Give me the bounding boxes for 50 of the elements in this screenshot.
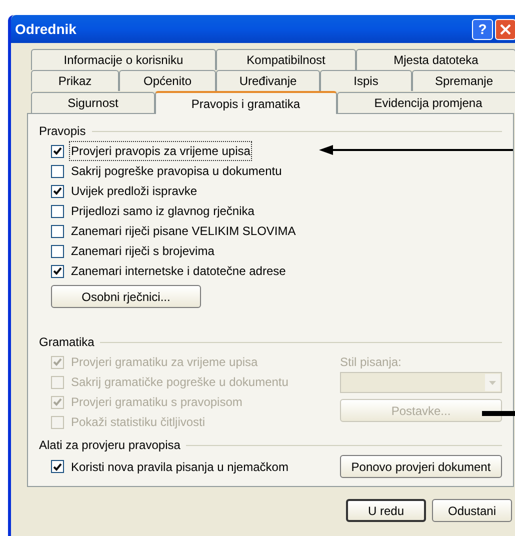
checkbox[interactable] bbox=[51, 264, 64, 278]
checkbox-label: Prijedlozi samo iz glavnog rječnika bbox=[70, 203, 256, 220]
checkbox-label: Zanemari internetske i datotečne adrese bbox=[70, 263, 287, 280]
dictionaries-button[interactable]: Osobni rječnici... bbox=[51, 285, 201, 308]
close-icon bbox=[500, 24, 511, 34]
recheck-button[interactable]: Ponovo provjeri dokument bbox=[340, 455, 502, 478]
tab[interactable]: Informacije o korisniku bbox=[31, 49, 216, 70]
tab[interactable]: Kompatibilnost bbox=[216, 49, 356, 70]
checkbox-label: Provjeri gramatiku s pravopisom bbox=[70, 394, 244, 411]
checkbox-label: Provjeri pravopis za vrijeme upisa bbox=[69, 141, 252, 161]
checkbox[interactable] bbox=[51, 144, 64, 158]
tab[interactable]: Pravopis i gramatika bbox=[154, 91, 336, 114]
tab[interactable]: Općenito bbox=[119, 70, 216, 91]
checkbox-label: Zanemari riječi s brojevima bbox=[70, 243, 216, 260]
checkbox-label: Zanemari riječi pisane VELIKIM SLOVIMA bbox=[70, 223, 297, 240]
checkbox[interactable] bbox=[51, 184, 64, 198]
checkmark-icon bbox=[53, 267, 62, 275]
checkmark-icon bbox=[53, 147, 62, 155]
close-button[interactable] bbox=[495, 18, 515, 40]
checkbox[interactable] bbox=[51, 244, 64, 258]
window-title: Odrednik bbox=[15, 20, 78, 38]
tab[interactable]: Sigurnost bbox=[31, 92, 155, 113]
tab[interactable]: Spremanje bbox=[412, 70, 515, 91]
checkbox[interactable] bbox=[51, 224, 64, 238]
checkbox-label: Koristi nova pravila pisanja u njemačkom bbox=[70, 458, 290, 476]
checkbox[interactable] bbox=[51, 460, 64, 473]
checkbox[interactable] bbox=[51, 164, 64, 178]
group-title: Alati za provjeru pravopisa bbox=[39, 437, 180, 454]
group-title: Pravopis bbox=[39, 123, 86, 140]
tab[interactable]: Mjesta datoteka bbox=[356, 49, 515, 70]
dialog-button[interactable]: U redu bbox=[346, 499, 426, 522]
tab[interactable]: Evidencija promjena bbox=[336, 92, 515, 113]
checkbox[interactable] bbox=[51, 204, 64, 218]
tab[interactable]: Uređivanje bbox=[216, 70, 320, 91]
field-label: Stil pisanja: bbox=[340, 354, 402, 371]
checkbox-label: Sakrij gramatičke pogreške u dokumentu bbox=[70, 374, 290, 391]
tab[interactable]: Prikaz bbox=[31, 70, 119, 91]
help-button[interactable]: ? bbox=[472, 18, 493, 40]
checkbox-label: Provjeri gramatiku za vrijeme upisa bbox=[70, 354, 259, 371]
checkmark-icon bbox=[53, 398, 62, 406]
checkbox-label: Pokaži statistiku čitljivosti bbox=[70, 414, 206, 431]
checkbox-label: Sakrij pogreške pravopisa u dokumentu bbox=[70, 163, 283, 180]
checkmark-icon bbox=[53, 187, 62, 195]
tab[interactable]: Ispis bbox=[320, 70, 412, 91]
dialog-button[interactable]: Odustani bbox=[432, 499, 512, 522]
checkmark-icon bbox=[53, 358, 62, 366]
pointer-line bbox=[482, 411, 515, 416]
checkbox-label: Uvijek predloži ispravke bbox=[70, 183, 198, 200]
checkmark-icon bbox=[53, 462, 62, 470]
group-title: Gramatika bbox=[39, 334, 94, 351]
